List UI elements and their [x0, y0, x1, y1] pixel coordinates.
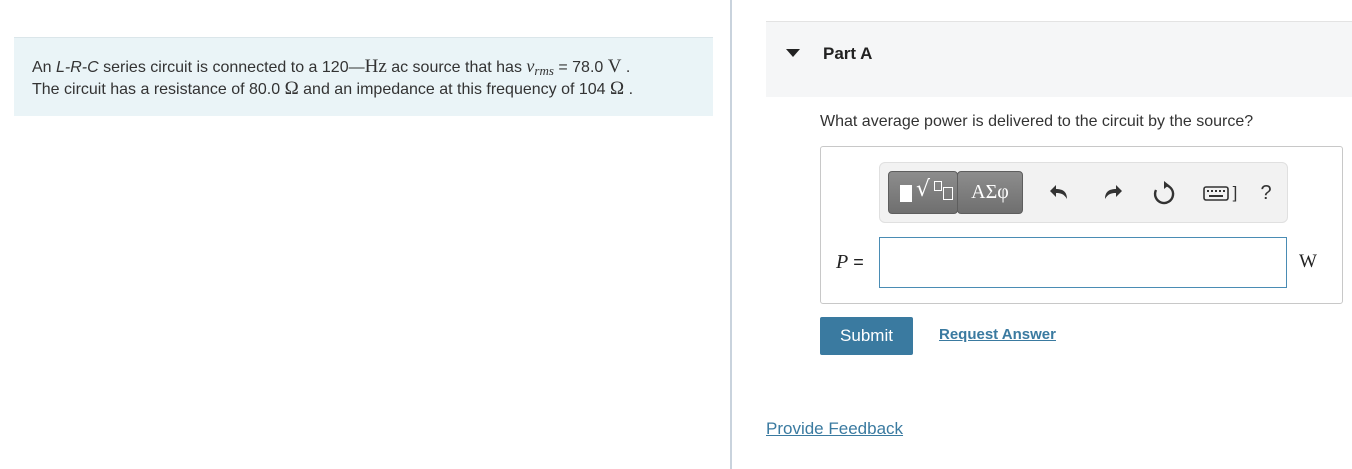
problem-text: series circuit is connected to a 120 [98, 59, 349, 76]
box-icon [943, 187, 953, 200]
vrms-value: = 78.0 [553, 59, 608, 76]
part-header[interactable]: Part A [766, 21, 1352, 97]
equals-sign: = [848, 252, 864, 272]
math-toolbar: √ ΑΣφ ] ? [879, 162, 1288, 223]
redo-icon[interactable] [1100, 179, 1124, 207]
problem-line-2: The circuit has a resistance of 80.0 Ω a… [32, 78, 695, 100]
ohm-unit: Ω [284, 78, 299, 99]
problem-pane: An L-R-C series circuit is connected to … [0, 0, 730, 469]
radical-icon: √ [916, 177, 931, 202]
templates-button[interactable]: √ [888, 171, 958, 214]
keyboard-icon[interactable] [1202, 179, 1230, 207]
part-title: Part A [823, 44, 873, 63]
keyboard-bracket: ] [1232, 183, 1238, 202]
answer-variable: P [836, 251, 849, 273]
symbols-button[interactable]: ΑΣφ [957, 171, 1023, 214]
circuit-type: L-R-C [56, 59, 99, 76]
answer-label: P = [836, 251, 864, 274]
collapse-caret-icon[interactable] [786, 49, 800, 57]
problem-line-1: An L-R-C series circuit is connected to … [32, 56, 695, 78]
answer-box: √ ΑΣφ ] ? P = W [820, 146, 1343, 304]
reset-icon[interactable] [1152, 179, 1176, 207]
submit-button[interactable]: Submit [820, 317, 913, 355]
provide-feedback-link[interactable]: Provide Feedback [766, 419, 903, 439]
templates-icon [900, 185, 912, 202]
problem-text: The circuit has a resistance of 80.0 [32, 81, 285, 98]
question-text: What average power is delivered to the c… [820, 113, 1254, 130]
help-button[interactable]: ? [1256, 179, 1276, 207]
answer-pane: Part A What average power is delivered t… [732, 0, 1352, 469]
undo-icon[interactable] [1048, 179, 1072, 207]
request-answer-link[interactable]: Request Answer [939, 326, 1056, 343]
dash: — [348, 59, 365, 76]
ohm-unit: Ω [610, 78, 625, 99]
problem-text: . [621, 59, 631, 76]
hz-unit: Hz [364, 56, 387, 77]
problem-text: . [624, 81, 634, 98]
problem-text: ac source that has [386, 59, 527, 76]
answer-unit: W [1299, 251, 1317, 272]
problem-text: An [32, 59, 57, 76]
answer-input[interactable] [879, 237, 1287, 288]
problem-text: and an impedance at this frequency of 10… [298, 81, 611, 98]
vrms-symbol: vrms [526, 56, 554, 78]
volt-unit: V [607, 56, 622, 77]
problem-statement: An L-R-C series circuit is connected to … [14, 37, 713, 116]
superscript-box-icon [934, 181, 942, 191]
